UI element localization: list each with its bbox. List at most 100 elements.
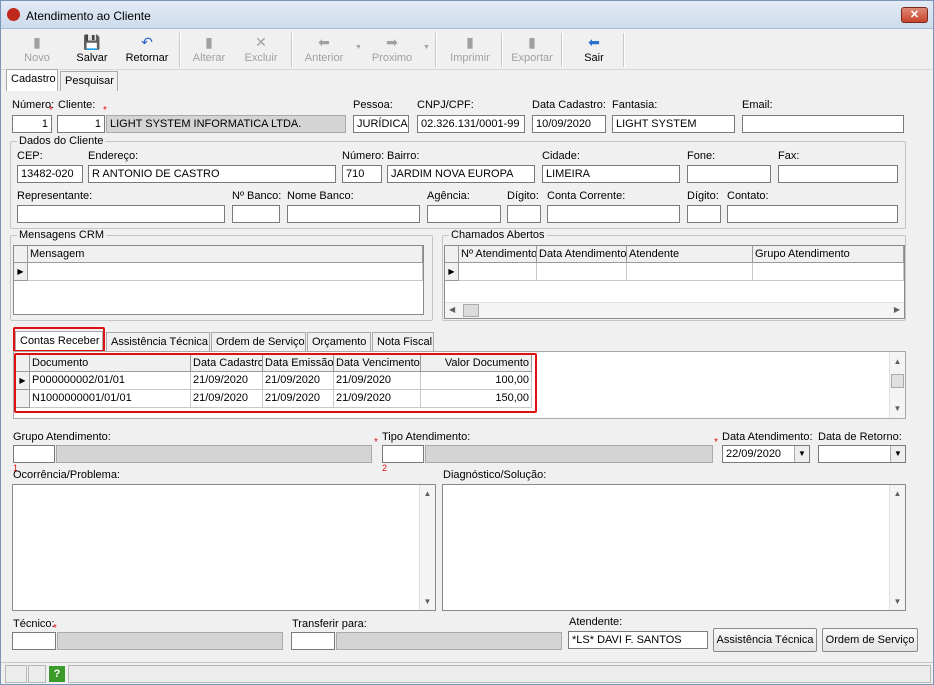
chamados-title: Chamados Abertos bbox=[449, 229, 547, 241]
tab-ordem-servico[interactable]: Ordem de Serviço bbox=[211, 332, 306, 352]
salvar-button[interactable]: 💾 Salvar bbox=[69, 32, 115, 68]
nome-banco-field[interactable] bbox=[287, 205, 420, 223]
exportar-button[interactable]: ▮ Exportar bbox=[509, 32, 555, 68]
tecnico-code-field[interactable] bbox=[12, 632, 56, 650]
nbanco-field[interactable] bbox=[232, 205, 280, 223]
vertical-scrollbar[interactable]: ▲ ▼ bbox=[419, 485, 435, 610]
scroll-thumb[interactable] bbox=[463, 304, 479, 317]
ordem-servico-button[interactable]: Ordem de Serviço bbox=[822, 628, 918, 652]
retornar-button[interactable]: ↶ Retornar bbox=[121, 32, 173, 68]
window-title: Atendimento ao Cliente bbox=[26, 9, 151, 23]
cidade-field[interactable]: LIMEIRA bbox=[542, 165, 680, 183]
fax-label: Fax: bbox=[778, 150, 800, 162]
pessoa-field[interactable]: JURÍDICA bbox=[353, 115, 409, 133]
alterar-label: Alterar bbox=[192, 52, 226, 64]
digito2-field[interactable] bbox=[687, 205, 721, 223]
agencia-label: Agência: bbox=[427, 190, 470, 202]
excluir-button[interactable]: ✕ Excluir bbox=[239, 32, 283, 68]
data-retorno-field[interactable]: ▼ bbox=[818, 445, 906, 463]
novo-button[interactable]: ▮ Novo bbox=[15, 32, 59, 68]
scroll-down-icon[interactable]: ▼ bbox=[420, 597, 435, 606]
tab-assistencia-tecnica[interactable]: Assistência Técnica bbox=[106, 332, 210, 352]
scroll-thumb[interactable] bbox=[891, 374, 904, 388]
exit-arrow-icon: ⬅ bbox=[588, 34, 600, 50]
bairro-field[interactable]: JARDIM NOVA EUROPA bbox=[387, 165, 535, 183]
chamados-col-grupo[interactable]: Grupo Atendimento bbox=[753, 246, 904, 263]
horizontal-scrollbar[interactable]: ◀ ▶ bbox=[445, 302, 904, 318]
numero-end-field[interactable]: 710 bbox=[342, 165, 382, 183]
scroll-down-icon[interactable]: ▼ bbox=[890, 404, 905, 413]
cep-field[interactable]: 13482-020 bbox=[17, 165, 83, 183]
anterior-dropdown-icon[interactable]: ▼ bbox=[355, 44, 362, 51]
agencia-field[interactable] bbox=[427, 205, 501, 223]
tab-orcamento[interactable]: Orçamento bbox=[307, 332, 371, 352]
chamados-col-atendente[interactable]: Atendente bbox=[627, 246, 753, 263]
mensagem-cell[interactable] bbox=[28, 263, 423, 281]
ocorrencia-textarea[interactable]: ▲ ▼ bbox=[12, 484, 436, 611]
tipo-atendimento-label: Tipo Atendimento: bbox=[382, 431, 471, 443]
chevron-down-icon[interactable]: ▼ bbox=[794, 446, 809, 462]
bairro-label: Bairro: bbox=[387, 150, 420, 162]
vertical-scrollbar[interactable]: ▲ ▼ bbox=[889, 352, 905, 418]
cnpj-field[interactable]: 02.326.131/0001-99 bbox=[417, 115, 525, 133]
alterar-button[interactable]: ▮ Alterar bbox=[187, 32, 231, 68]
status-panel bbox=[5, 665, 27, 683]
fantasia-label: Fantasia: bbox=[612, 99, 658, 111]
toolbar: ▮ Novo 💾 Salvar ↶ Retornar ▮ Alterar ✕ Exclui… bbox=[1, 30, 933, 70]
help-icon[interactable]: ? bbox=[49, 666, 65, 682]
chamados-col-data[interactable]: Data Atendimento bbox=[537, 246, 627, 263]
numero-field[interactable]: 1 bbox=[12, 115, 52, 133]
data-atendimento-field[interactable]: 22/09/2020 ▼ bbox=[722, 445, 810, 463]
assistencia-tecnica-button[interactable]: Assistência Técnica bbox=[713, 628, 817, 652]
table-cell[interactable] bbox=[537, 263, 627, 281]
mensagens-grid[interactable]: Mensagem ▶ bbox=[13, 245, 424, 315]
imprimir-button[interactable]: ▮ Imprimir bbox=[447, 32, 493, 68]
atendente-label: Atendente: bbox=[569, 616, 623, 628]
grupo-atendimento-code-field[interactable] bbox=[13, 445, 55, 463]
mensagem-column-header[interactable]: Mensagem bbox=[28, 246, 423, 263]
scroll-right-icon[interactable]: ▶ bbox=[894, 305, 900, 314]
chamados-col-numero[interactable]: Nº Atendimento bbox=[459, 246, 537, 263]
scroll-up-icon[interactable]: ▲ bbox=[890, 357, 905, 366]
scroll-left-icon[interactable]: ◀ bbox=[449, 305, 455, 314]
conta-field[interactable] bbox=[547, 205, 680, 223]
scroll-down-icon[interactable]: ▼ bbox=[890, 597, 905, 606]
table-cell[interactable] bbox=[627, 263, 753, 281]
proximo-dropdown-icon[interactable]: ▼ bbox=[423, 44, 430, 51]
representante-field[interactable] bbox=[17, 205, 225, 223]
toolbar-separator bbox=[623, 33, 625, 67]
digito-field[interactable] bbox=[507, 205, 541, 223]
atendente-field[interactable]: *LS* DAVI F. SANTOS bbox=[568, 631, 708, 649]
email-field[interactable] bbox=[742, 115, 904, 133]
fantasia-field[interactable]: LIGHT SYSTEM bbox=[612, 115, 735, 133]
data-cadastro-field[interactable]: 10/09/2020 bbox=[532, 115, 606, 133]
vertical-scrollbar[interactable]: ▲ ▼ bbox=[889, 485, 905, 610]
proximo-button[interactable]: ➡ Proximo bbox=[367, 32, 417, 68]
grupo-atendimento-name-field bbox=[56, 445, 372, 463]
contato-field[interactable] bbox=[727, 205, 898, 223]
sair-button[interactable]: ⬅ Sair bbox=[569, 32, 619, 68]
tab-pesquisar[interactable]: Pesquisar bbox=[60, 71, 118, 91]
chamados-grid[interactable]: Nº Atendimento Data Atendimento Atendent… bbox=[444, 245, 905, 319]
chevron-down-icon[interactable]: ▼ bbox=[890, 446, 905, 462]
fax-field[interactable] bbox=[778, 165, 898, 183]
numero-label: Número: bbox=[12, 99, 55, 111]
diagnostico-textarea[interactable]: ▲ ▼ bbox=[442, 484, 906, 611]
tipo-atendimento-code-field[interactable] bbox=[382, 445, 424, 463]
anterior-button[interactable]: ⬅ Anterior bbox=[299, 32, 349, 68]
transferir-code-field[interactable] bbox=[291, 632, 335, 650]
scroll-up-icon[interactable]: ▲ bbox=[890, 489, 905, 498]
representante-label: Representante: bbox=[17, 190, 93, 202]
dados-cliente-title: Dados do Cliente bbox=[17, 135, 106, 147]
close-button[interactable]: ✕ bbox=[901, 7, 928, 23]
fone-field[interactable] bbox=[687, 165, 771, 183]
cliente-code-field[interactable]: 1 bbox=[57, 115, 105, 133]
main-window: Atendimento ao Cliente ✕ ▮ Novo 💾 Salvar ↶… bbox=[0, 0, 934, 685]
table-cell[interactable] bbox=[753, 263, 904, 281]
table-cell[interactable] bbox=[459, 263, 537, 281]
endereco-field[interactable]: R ANTONIO DE CASTRO bbox=[88, 165, 336, 183]
salvar-label: Salvar bbox=[76, 52, 108, 64]
tab-cadastro[interactable]: Cadastro bbox=[6, 69, 58, 91]
tab-nota-fiscal[interactable]: Nota Fiscal bbox=[372, 332, 434, 352]
scroll-up-icon[interactable]: ▲ bbox=[420, 489, 435, 498]
